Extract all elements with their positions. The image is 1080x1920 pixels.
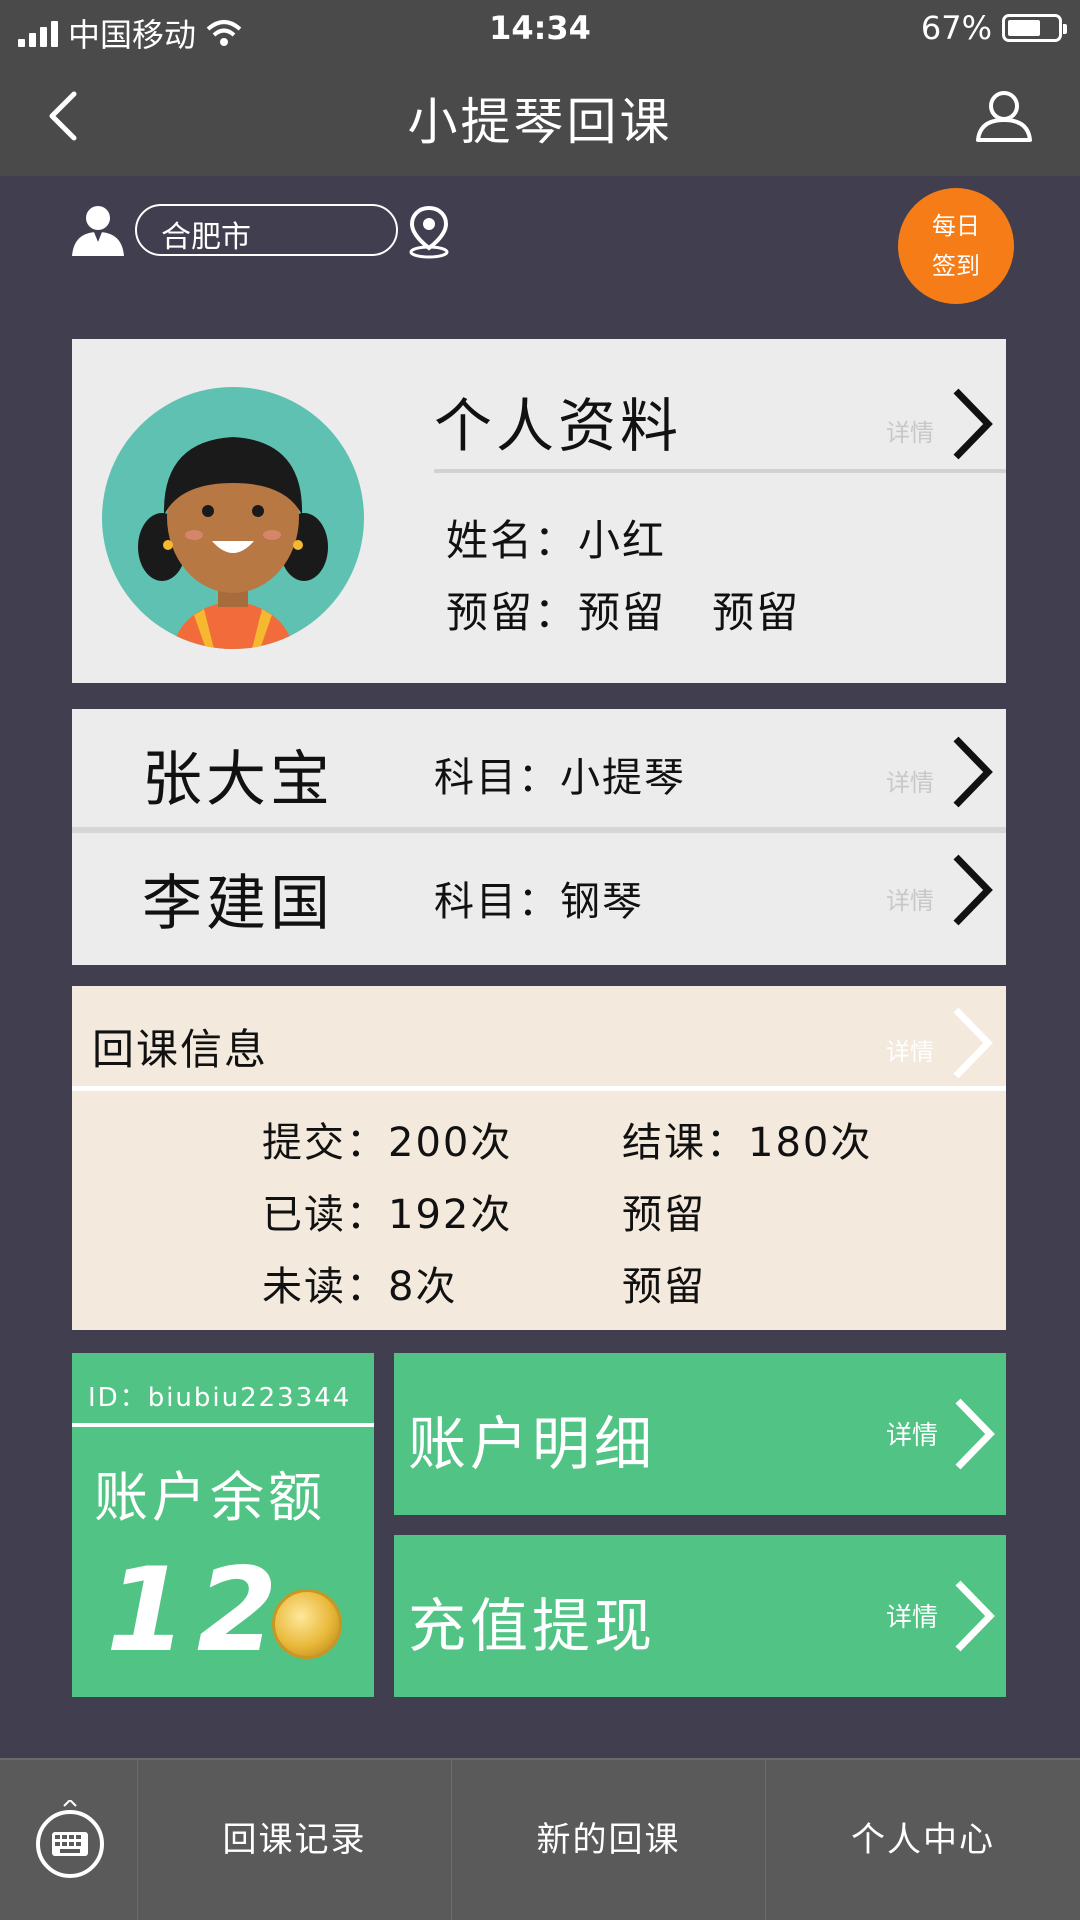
tab-new-lesson[interactable]: 新的回课 [452,1760,766,1920]
name-label: 姓名： [446,516,579,565]
keyboard-icon[interactable] [34,1800,106,1880]
coin-icon [272,1589,342,1659]
bottom-tab-bar: 回课记录 新的回课 个人中心 [0,1758,1080,1920]
reserve-1: 预留 [622,1192,706,1238]
profile-card[interactable]: 个人资料 详情 姓名：小红 预留：预留 预留 [72,339,1006,683]
unread-count: 未读：8次 [262,1264,458,1310]
tab-lesson-records[interactable]: 回课记录 [138,1760,452,1920]
reserve-value-2: 预留 [712,588,801,637]
lesson-info-title: 回课信息 [92,1025,269,1074]
account-detail-button[interactable]: 账户明细 详情 [394,1353,1006,1515]
status-time: 14:34 [489,9,591,47]
location-pin-icon[interactable] [406,204,452,260]
chevron-right-icon[interactable] [952,1579,996,1653]
account-id: ID：biubiu223344 [88,1383,352,1413]
balance-card: ID：biubiu223344 账户余额 12 [72,1353,374,1697]
student-name: 张大宝 [142,745,334,815]
read-count: 已读：192次 [262,1192,513,1238]
student-row[interactable]: 张大宝 科目：小提琴 详情 [72,709,1006,833]
balance-amount: 12 [106,1543,288,1678]
recharge-withdraw-button[interactable]: 充值提现 详情 [394,1535,1006,1697]
chevron-right-icon[interactable] [950,853,994,927]
name-value: 小红 [578,516,667,565]
page-title: 小提琴回课 [407,93,673,151]
keyboard-toggle[interactable] [0,1760,138,1920]
student-detail-link[interactable]: 详情 [886,763,934,798]
finish-count: 结课：180次 [622,1120,873,1166]
user-icon[interactable] [974,88,1034,144]
recharge-label: 充值提现 [408,1592,657,1660]
profile-name-row: 姓名：小红 [446,507,666,568]
student-subject: 科目：钢琴 [434,869,644,927]
chevron-right-icon[interactable] [950,1006,994,1080]
chevron-right-icon[interactable] [952,1397,996,1471]
reserve-2: 预留 [622,1264,706,1310]
location-bar: 合肥市 每日 签到 [0,176,1080,304]
status-bar: 中国移动 14:34 67% [0,0,1080,58]
subject-label: 科目： [434,879,560,925]
city-selector[interactable]: 合肥市 [135,204,398,256]
subject-value: 小提琴 [560,755,686,801]
chevron-right-icon[interactable] [950,735,994,809]
lesson-info-detail-link[interactable]: 详情 [886,1032,934,1067]
account-detail-label: 账户明细 [408,1410,657,1478]
submit-count: 提交：200次 [262,1120,513,1166]
checkin-label-line1: 每日 [932,212,980,240]
profile-divider [434,469,1006,473]
profile-reserve-row: 预留：预留 预留 [446,579,800,640]
subject-label: 科目： [434,755,560,801]
chevron-right-icon[interactable] [950,387,994,461]
students-card: 张大宝 科目：小提琴 详情 李建国 科目：钢琴 详情 [72,709,1006,965]
daily-checkin-button[interactable]: 每日 签到 [898,188,1014,304]
student-detail-link[interactable]: 详情 [886,881,934,916]
student-row[interactable]: 李建国 科目：钢琴 详情 [72,833,1006,955]
balance-label: 账户余额 [94,1466,326,1529]
recharge-detail-link[interactable]: 详情 [886,1597,938,1634]
subject-value: 钢琴 [560,879,644,925]
reserve-value-1: 预留 [578,588,667,637]
person-icon [72,206,124,256]
student-name: 李建国 [142,869,334,939]
reserve-label: 预留： [446,588,579,637]
account-detail-link[interactable]: 详情 [886,1415,938,1452]
student-subject: 科目：小提琴 [434,745,686,803]
profile-detail-link[interactable]: 详情 [886,413,934,448]
tab-personal-center[interactable]: 个人中心 [766,1760,1080,1920]
status-right: 67% [920,9,1067,47]
battery-icon [1002,14,1067,42]
profile-title: 个人资料 [434,392,683,460]
battery-percent: 67% [920,9,992,47]
balance-divider [72,1423,374,1427]
lesson-info-divider [72,1086,1006,1091]
lesson-info-card[interactable]: 回课信息 详情 提交：200次 结课：180次 已读：192次 预留 未读：8次… [72,986,1006,1330]
navigation-bar: 小提琴回课 [0,58,1080,176]
checkin-label-line2: 签到 [932,252,980,280]
avatar [102,387,364,649]
